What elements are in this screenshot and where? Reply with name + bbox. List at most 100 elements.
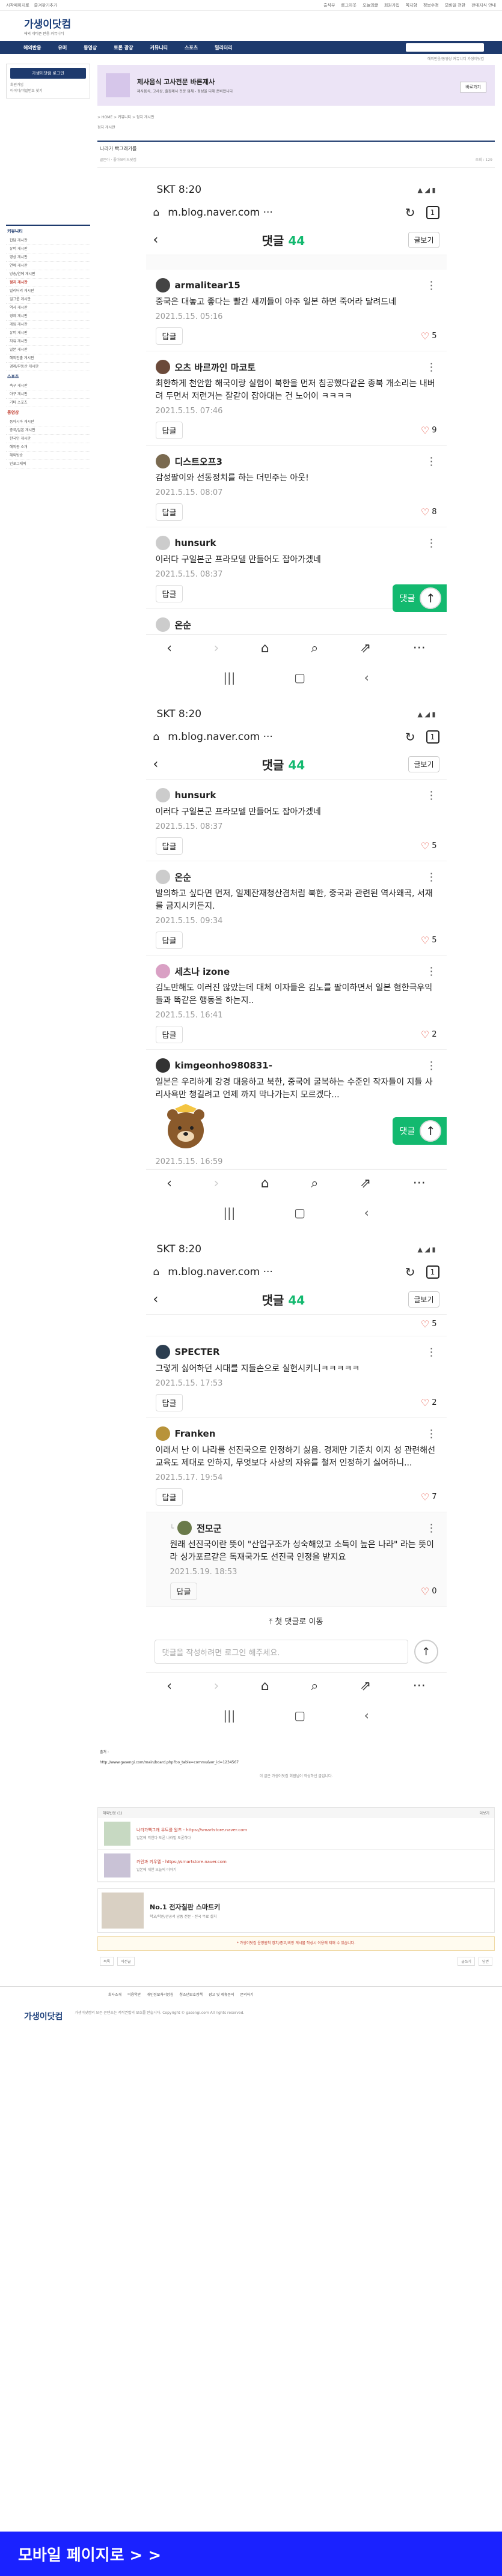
browser-forward-icon[interactable]: › (213, 1176, 219, 1191)
side-menu-item[interactable]: 한국인 게시판 (6, 435, 90, 443)
bookmark-link[interactable]: 즐겨찾기추가 (34, 2, 58, 8)
footer-link[interactable]: 문의하기 (240, 1992, 253, 1997)
comment-nickname[interactable]: kimgeonho980831- (175, 1060, 272, 1071)
side-menu-item[interactable]: 게임 게시판 (6, 321, 90, 329)
util-link[interactable]: 정보수정 (423, 2, 439, 8)
list-button[interactable]: 목록 (100, 1957, 114, 1966)
like-button[interactable]: ♡ 2 (421, 1397, 437, 1408)
more-icon[interactable]: ⋮ (426, 1059, 437, 1072)
side-menu-item[interactable]: 동아시아 게시판 (6, 418, 90, 426)
nav-item[interactable]: 밀리터리 (206, 44, 240, 51)
answer-button[interactable]: 답변 (478, 1957, 492, 1966)
back-icon[interactable]: ‹ (153, 1292, 159, 1307)
android-back-icon[interactable]: ‹ (364, 1708, 369, 1723)
browser-home-icon[interactable]: ⌂ (261, 1679, 269, 1694)
comment-nickname[interactable]: 전모군 (197, 1522, 221, 1535)
comment-nickname[interactable]: 온순 (175, 619, 192, 631)
related-item[interactable]: 나라가빡그래 우트를 원츠 - https://smartstore.naver… (98, 1818, 494, 1850)
site-search-input[interactable] (406, 43, 484, 52)
footer-logo[interactable]: 가생이닷컴 (24, 2010, 63, 2022)
first-comment-link[interactable]: ⤒ 첫 댓글로 이동 (146, 1607, 447, 1635)
side-menu-item[interactable]: 해외동 소개 (6, 443, 90, 452)
browser-share-icon[interactable]: ⇗ (360, 641, 371, 656)
avatar[interactable] (155, 454, 170, 468)
avatar[interactable] (155, 1058, 170, 1073)
promo-box[interactable]: No.1 전자칠판 스마트키 학교/학원/관공서 납품 전문 - 전국 무료 설… (97, 1888, 495, 1933)
nav-item[interactable]: 토론 광장 (105, 44, 141, 51)
more-icon[interactable]: ⋮ (426, 1346, 437, 1359)
browser-back-icon[interactable]: ‹ (167, 1176, 172, 1191)
side-menu-item[interactable]: 연예 게시판 (6, 262, 90, 270)
avatar[interactable] (155, 788, 170, 802)
reply-button[interactable]: 답글 (155, 1026, 183, 1043)
like-button[interactable]: ♡ 5 (421, 330, 437, 342)
side-menu-item[interactable]: 야구 게시판 (6, 390, 90, 399)
like-button[interactable]: ♡ 5 (421, 1318, 437, 1330)
comment-nickname[interactable]: armalitear15 (175, 280, 240, 291)
avatar[interactable] (177, 1521, 192, 1535)
recent-apps-icon[interactable]: ||| (223, 1708, 235, 1723)
reply-button[interactable]: 답글 (155, 585, 183, 602)
view-post-button[interactable]: 글보기 (408, 232, 439, 248)
nav-item[interactable]: 유머 (49, 44, 75, 51)
android-home-icon[interactable]: ▢ (294, 1205, 305, 1220)
login-button[interactable]: 가생이닷컴 로그인 (10, 68, 86, 79)
more-icon[interactable]: ⋮ (426, 537, 437, 550)
comment-nickname[interactable]: 세츠나 izone (175, 965, 230, 978)
side-menu-item[interactable]: 일본 게시판 (6, 346, 90, 354)
util-link[interactable]: 출석부 (323, 2, 335, 8)
android-back-icon[interactable]: ‹ (364, 670, 369, 685)
comment-nickname[interactable]: 디스트오프3 (175, 455, 222, 468)
more-icon[interactable]: ⋮ (426, 279, 437, 292)
side-menu-item[interactable]: 유머 게시판 (6, 245, 90, 253)
home-icon[interactable]: ⌂ (153, 731, 160, 743)
site-logo[interactable]: 가생이닷컴 해외 네티즌 반응 커뮤니티 (24, 16, 71, 36)
side-menu-item[interactable]: 경제 게시판 (6, 312, 90, 321)
browser-back-icon[interactable]: ‹ (167, 641, 172, 656)
util-link[interactable]: 판매지식 안내 (471, 2, 496, 8)
like-button[interactable]: ♡ 2 (421, 1029, 437, 1040)
start-page-link[interactable]: 시작페이지로 (6, 2, 29, 8)
related-item[interactable]: 카인과 키우엘 - https://smartstore.naver.com 일… (98, 1850, 494, 1882)
signup-link[interactable]: 회원가입 (10, 82, 86, 88)
browser-search-icon[interactable]: ⌕ (311, 1679, 318, 1694)
reload-icon[interactable]: ↻ (405, 1265, 415, 1279)
side-menu-item[interactable]: 밀리터리 게시판 (6, 287, 90, 295)
like-button[interactable]: ♡ 9 (421, 425, 437, 436)
reply-button[interactable]: 답글 (155, 327, 183, 345)
send-icon[interactable]: ↑ (414, 1640, 438, 1664)
more-icon[interactable]: ⋮ (426, 965, 437, 978)
more-icon[interactable]: ⋮ (426, 1522, 437, 1535)
reply-button[interactable]: 답글 (170, 1583, 198, 1600)
more-icon[interactable]: ⋮ (426, 1428, 437, 1440)
avatar[interactable] (155, 536, 170, 550)
browser-menu-icon[interactable]: ··· (413, 1176, 426, 1191)
comment-nickname[interactable]: hunsurk (175, 538, 216, 548)
util-link[interactable]: 회원가입 (384, 2, 400, 8)
util-link[interactable]: 로그아웃 (341, 2, 357, 8)
browser-back-icon[interactable]: ‹ (167, 1679, 172, 1694)
ad-banner[interactable]: 제사음식 고사전문 바른제사 제사음식, 고사상, 출장제사 전문 업체 - 정… (97, 65, 495, 106)
browser-home-icon[interactable]: ⌂ (261, 1176, 269, 1191)
util-link[interactable]: 오늘의글 (363, 2, 378, 8)
reload-icon[interactable]: ↻ (405, 730, 415, 744)
back-icon[interactable]: ‹ (153, 232, 159, 247)
view-post-button[interactable]: 글보기 (408, 756, 439, 772)
nav-item[interactable]: 스포츠 (176, 44, 206, 51)
like-button[interactable]: ♡ 8 (421, 506, 437, 518)
url-text[interactable]: m.blog.naver.com ··· (168, 207, 273, 219)
comment-nickname[interactable]: hunsurk (175, 790, 216, 801)
android-home-icon[interactable]: ▢ (294, 670, 305, 685)
tabs-count[interactable]: 1 (426, 206, 439, 219)
tabs-count[interactable]: 1 (426, 730, 439, 744)
browser-forward-icon[interactable]: › (213, 1679, 219, 1694)
more-icon[interactable]: ⋮ (426, 789, 437, 802)
like-button[interactable]: ♡ 5 (421, 935, 437, 946)
home-icon[interactable]: ⌂ (153, 207, 160, 219)
side-menu-item[interactable]: 영상 게시판 (6, 253, 90, 262)
avatar[interactable] (155, 617, 170, 632)
browser-share-icon[interactable]: ⇗ (360, 1679, 371, 1694)
reply-floating-button[interactable]: 댓글 ↑ (392, 1117, 447, 1145)
footer-link[interactable]: 이용약관 (127, 1992, 141, 1997)
view-post-button[interactable]: 글보기 (408, 1291, 439, 1308)
